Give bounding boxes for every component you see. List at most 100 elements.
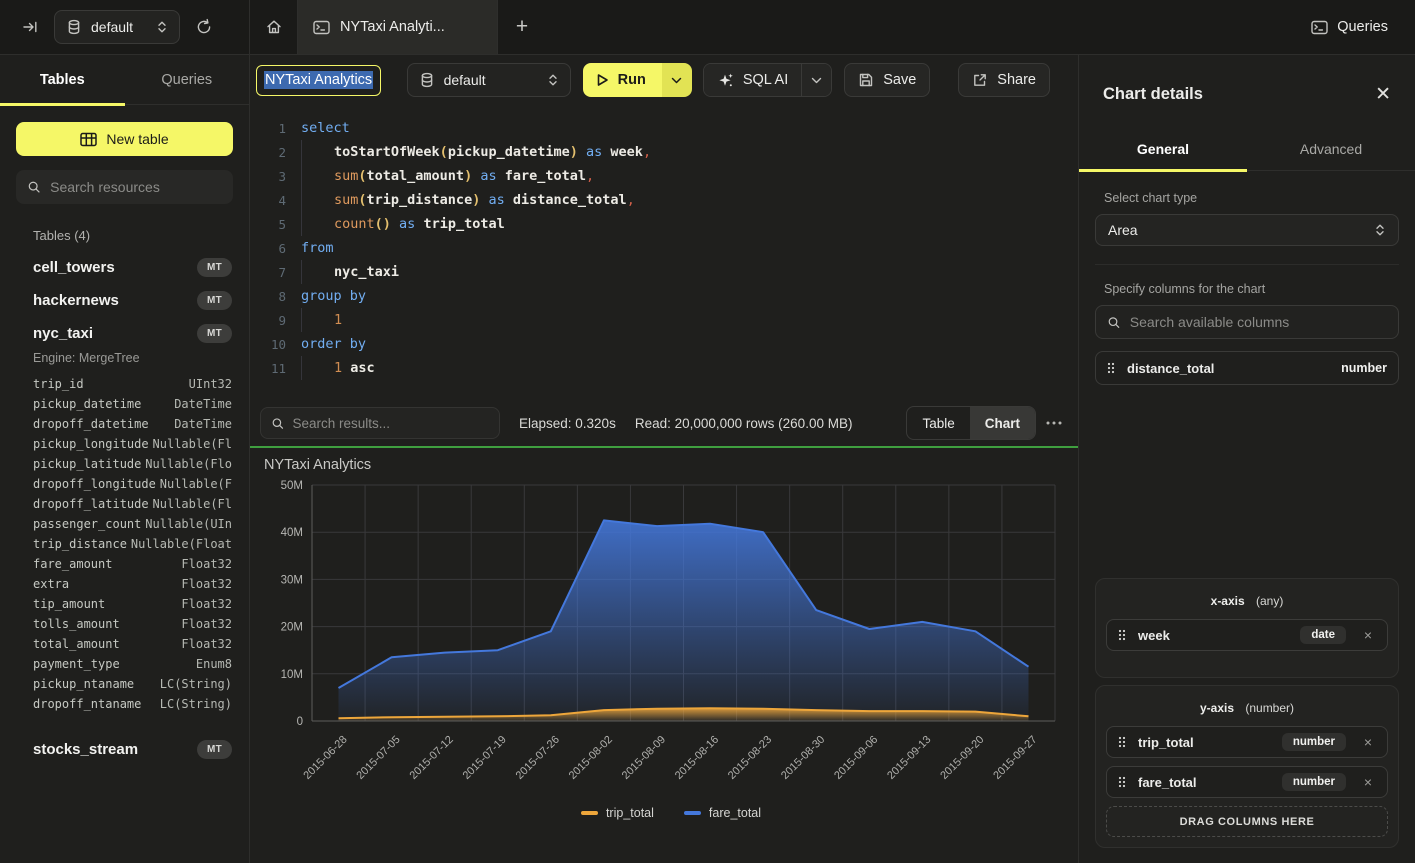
run-options-button[interactable] [662,63,692,97]
code-line[interactable]: 6from [250,236,1078,260]
queries-button[interactable]: Queries [1311,19,1388,35]
sidebar-table-hackernews[interactable]: hackernewsMT [16,284,233,317]
y-axis-constraint: (number) [1245,701,1294,715]
column-row[interactable]: total_amountFloat32 [33,634,232,654]
columns-search-input[interactable] [1130,314,1387,330]
column-row[interactable]: tolls_amountFloat32 [33,614,232,634]
view-chart-button[interactable]: Chart [970,407,1035,439]
code-line[interactable]: 4sum(trip_distance) as distance_total, [250,188,1078,212]
sidebar-tab-queries[interactable]: Queries [125,55,250,104]
column-row[interactable]: dropoff_datetimeDateTime [33,414,232,434]
code-line[interactable]: 3sum(total_amount) as fare_total, [250,164,1078,188]
svg-text:20M: 20M [281,622,303,634]
axis-item-fare_total[interactable]: fare_totalnumber× [1106,766,1388,798]
sql-ai-options-button[interactable] [801,64,831,96]
legend-item-fare_total[interactable]: fare_total [684,806,761,820]
sidebar-tab-tables[interactable]: Tables [0,55,125,104]
view-toggle: Table Chart [906,406,1036,440]
column-row[interactable]: pickup_ntanameLC(String) [33,674,232,694]
chart-details-content: Select chart type Area Specify columns f… [1079,171,1415,863]
tab-nytaxi-analytics[interactable]: NYTaxi Analyti... [298,0,498,54]
chart-legend: trip_total fare_total [264,806,1078,820]
sidebar-search-input[interactable] [50,179,222,195]
new-tab-button[interactable]: + [498,0,546,54]
drop-zone[interactable]: DRAG COLUMNS HERE [1106,806,1388,837]
topbar-database-selector[interactable]: default [54,10,180,44]
results-search[interactable] [260,407,500,439]
sql-ai-button[interactable]: SQL AI [704,64,801,96]
save-label: Save [883,72,916,88]
chart-details-header: Chart details ✕ [1079,55,1415,128]
query-database-value: default [444,72,538,88]
column-row[interactable]: dropoff_longitudeNullable(F [33,474,232,494]
column-row[interactable]: trip_distanceNullable(Float [33,534,232,554]
results-more-button[interactable] [1046,421,1062,425]
axis-item-trip_total[interactable]: trip_totalnumber× [1106,726,1388,758]
remove-column-icon[interactable]: × [1357,775,1379,789]
remove-column-icon[interactable]: × [1357,628,1379,642]
code-token: , [643,144,651,160]
column-row[interactable]: fare_amountFloat32 [33,554,232,574]
code-line[interactable]: 5count() as trip_total [250,212,1078,236]
home-icon [265,18,283,36]
code-line[interactable]: 1select [250,116,1078,140]
axis-item-week[interactable]: weekdate× [1106,619,1388,651]
results-search-input[interactable] [293,416,489,431]
column-row[interactable]: dropoff_latitudeNullable(Fl [33,494,232,514]
area-chart[interactable]: 010M20M30M40M50M2015-06-282015-07-052015… [264,474,1064,806]
tab-general[interactable]: General [1079,128,1247,170]
column-type: Enum8 [196,657,232,671]
new-table-button[interactable]: New table [16,122,233,156]
column-row[interactable]: extraFloat32 [33,574,232,594]
query-tab-icon [313,20,330,35]
tab-advanced[interactable]: Advanced [1247,128,1415,170]
code-line[interactable]: 7nyc_taxi [250,260,1078,284]
line-number: 9 [250,313,286,328]
share-button[interactable]: Share [958,63,1050,97]
column-type: Nullable(UIn [145,517,232,531]
available-column-name: distance_total [1127,361,1214,376]
query-database-selector[interactable]: default [407,63,571,97]
column-row[interactable]: pickup_longitudeNullable(Fl [33,434,232,454]
column-row[interactable]: pickup_datetimeDateTime [33,394,232,414]
save-button[interactable]: Save [844,63,930,97]
query-title-input[interactable]: NYTaxi Analytics [256,65,381,96]
run-button[interactable]: Run [583,63,662,97]
column-row[interactable]: payment_typeEnum8 [33,654,232,674]
legend-item-trip_total[interactable]: trip_total [581,806,654,820]
remove-column-icon[interactable]: × [1357,735,1379,749]
sidebar-tabs: Tables Queries [0,55,249,105]
drag-handle-icon [1118,629,1127,641]
code-token: ) [570,144,578,160]
column-row[interactable]: trip_idUInt32 [33,374,232,394]
code-token [342,360,350,376]
collapse-sidebar-button[interactable] [22,19,39,35]
code-line[interactable]: 91 [250,308,1078,332]
sidebar-table-cell_towers[interactable]: cell_towersMT [16,251,233,284]
available-column-distance_total[interactable]: distance_totalnumber [1095,351,1399,385]
column-row[interactable]: tip_amountFloat32 [33,594,232,614]
column-name: tolls_amount [33,617,120,631]
sidebar-table-stocks_stream[interactable]: stocks_streamMT [16,733,233,766]
close-icon[interactable]: ✕ [1375,85,1391,104]
chart-type-select[interactable]: Area [1095,214,1399,246]
code-line[interactable]: 8group by [250,284,1078,308]
line-number: 11 [250,361,286,376]
sql-ai-label: SQL AI [743,72,788,88]
home-tab[interactable] [250,0,298,54]
refresh-button[interactable] [195,18,213,36]
sidebar-search[interactable] [16,170,233,204]
column-row[interactable]: passenger_countNullable(UIn [33,514,232,534]
code-token: ) [464,168,472,184]
code-line[interactable]: 2toStartOfWeek(pickup_datetime) as week, [250,140,1078,164]
view-table-button[interactable]: Table [907,407,969,439]
sidebar-table-nyc_taxi[interactable]: nyc_taxiMT [16,317,233,350]
code-line[interactable]: 10order by [250,332,1078,356]
code-token: ) [472,192,480,208]
columns-search[interactable] [1095,305,1399,339]
column-row[interactable]: dropoff_ntanameLC(String) [33,694,232,714]
column-row[interactable]: pickup_latitudeNullable(Flo [33,454,232,474]
code-line[interactable]: 111 asc [250,356,1078,380]
main: NYTaxi Analytics default Run [250,55,1078,863]
sql-editor[interactable]: 1select2toStartOfWeek(pickup_datetime) a… [250,105,1078,400]
